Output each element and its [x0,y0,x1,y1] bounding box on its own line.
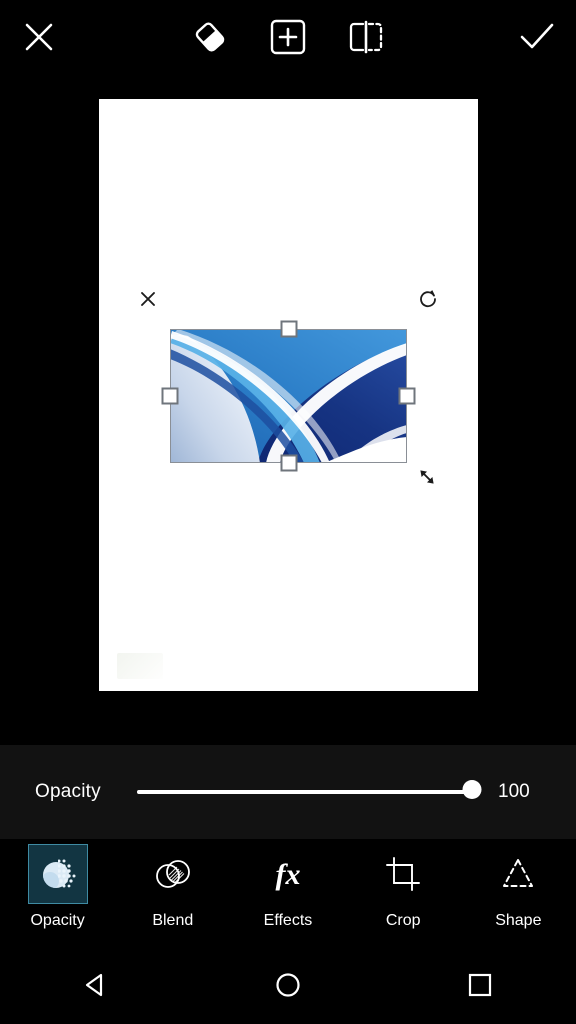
svg-text:fx: fx [275,858,300,891]
resize-diagonal-icon [417,467,437,492]
opacity-slider-thumb[interactable] [462,780,482,799]
crop-icon [373,844,433,904]
tool-shape-label: Shape [495,912,542,929]
tool-blend[interactable]: Blend [115,839,230,930]
opacity-slider[interactable] [137,772,482,812]
resize-handle-left[interactable] [161,387,179,405]
tool-effects[interactable]: fx Effects [230,839,345,930]
close-x-icon [22,20,56,59]
opacity-slider-fill [137,790,472,794]
opacity-label: Opacity [35,781,101,802]
tool-shape[interactable]: Shape [461,839,576,930]
resize-layer-button[interactable] [413,465,441,493]
top-toolbar [0,0,576,78]
nav-home-button[interactable] [228,950,348,1024]
layer-editor-screen: Opacity 100 Opacity Blend fx Effects Cro… [0,0,576,1024]
tool-crop[interactable]: Crop [346,839,461,930]
nav-recents-button[interactable] [420,950,540,1024]
back-triangle-icon [81,970,111,1005]
opacity-halftone-icon [27,844,88,904]
android-nav-bar [0,950,576,1024]
tool-opacity[interactable]: Opacity [0,839,115,930]
opacity-value: 100 [498,781,530,802]
selected-layer[interactable] [141,289,436,484]
rotate-cw-icon [418,289,438,314]
delete-layer-button[interactable] [134,287,162,315]
eraser-button[interactable] [172,0,250,78]
eraser-icon [190,17,230,62]
tool-blend-label: Blend [152,912,194,929]
blend-circles-icon [143,844,203,904]
rotate-layer-button[interactable] [414,287,442,315]
home-circle-icon [273,970,303,1005]
resize-handle-bottom[interactable] [280,454,297,472]
canvas-watermark [117,653,163,679]
canvas-area[interactable] [0,78,576,745]
nav-back-button[interactable] [36,950,156,1024]
mirror-flip-button[interactable] [327,0,405,78]
bottom-toolbar: Opacity Blend fx Effects Crop Shape [0,839,576,950]
done-button[interactable] [498,0,576,78]
tool-effects-label: Effects [263,912,313,929]
tool-crop-label: Crop [385,912,421,929]
recents-square-icon [465,970,495,1005]
close-button[interactable] [0,0,78,78]
opacity-panel: Opacity 100 [0,745,576,839]
checkmark-icon [518,21,556,58]
blue-abstract-swoosh-image[interactable] [170,329,407,463]
resize-handle-top[interactable] [280,320,297,338]
add-plus-icon [269,18,307,61]
add-layer-button[interactable] [249,0,327,78]
tool-opacity-label: Opacity [30,912,85,929]
shape-triangle-icon [488,844,548,904]
delete-x-icon [139,290,157,313]
mirror-flip-icon [346,18,386,61]
fx-icon: fx [258,844,318,904]
resize-handle-right[interactable] [398,387,416,405]
